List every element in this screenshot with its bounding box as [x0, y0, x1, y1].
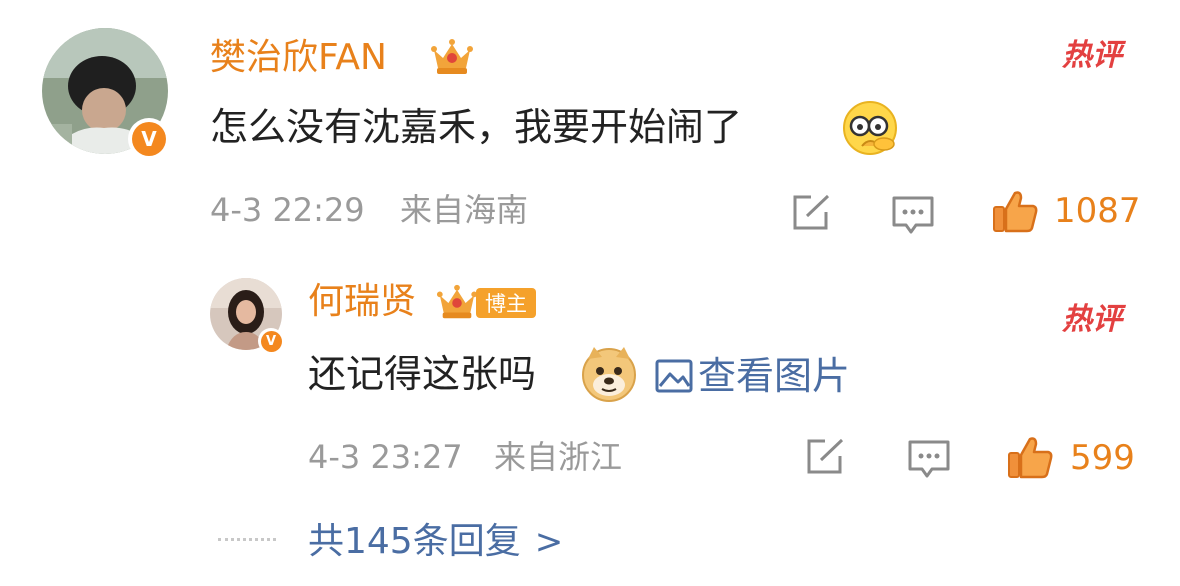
more-replies-divider	[218, 538, 276, 541]
hot-comment-label: 热评	[1062, 302, 1122, 337]
like-thumbs-up-icon[interactable]	[990, 186, 1040, 236]
like-thumbs-up-icon[interactable]	[1005, 432, 1055, 482]
blogger-badge: 博主	[476, 288, 536, 318]
reply-timestamp: 4-3 23:27	[308, 438, 463, 476]
view-image-label: 查看图片	[698, 354, 851, 398]
share-icon[interactable]	[790, 193, 832, 233]
share-icon[interactable]	[804, 437, 846, 477]
reply-text: 还记得这张吗	[308, 352, 537, 396]
chevron-right-icon: >	[534, 522, 564, 562]
shocked-face-emoji-icon	[842, 100, 898, 156]
view-image-link[interactable]: 查看图片	[654, 352, 850, 400]
comment-icon[interactable]	[890, 193, 936, 237]
reply-like-count: 599	[1070, 438, 1135, 478]
comment-like-count: 1087	[1054, 191, 1141, 231]
image-icon	[655, 359, 693, 393]
doge-emoji-icon	[580, 345, 638, 403]
verified-badge-icon: V	[128, 118, 170, 160]
comment-location: 来自海南	[400, 191, 529, 229]
verified-badge-icon: V	[258, 328, 284, 354]
more-replies-link[interactable]: 共145条回复 >	[308, 519, 563, 565]
comment-icon[interactable]	[906, 437, 952, 481]
hot-comment-label: 热评	[1062, 38, 1122, 73]
crown-icon	[436, 283, 478, 321]
comment-text: 怎么没有沈嘉禾，我要开始闹了	[210, 105, 743, 149]
comment-timestamp: 4-3 22:29	[210, 191, 365, 229]
replier-username[interactable]: 何瑞贤	[308, 280, 416, 324]
crown-icon	[430, 38, 474, 76]
commenter-username[interactable]: 樊治欣FAN	[210, 36, 387, 80]
more-replies-label: 共145条回复	[308, 521, 521, 562]
reply-location: 来自浙江	[494, 438, 623, 476]
